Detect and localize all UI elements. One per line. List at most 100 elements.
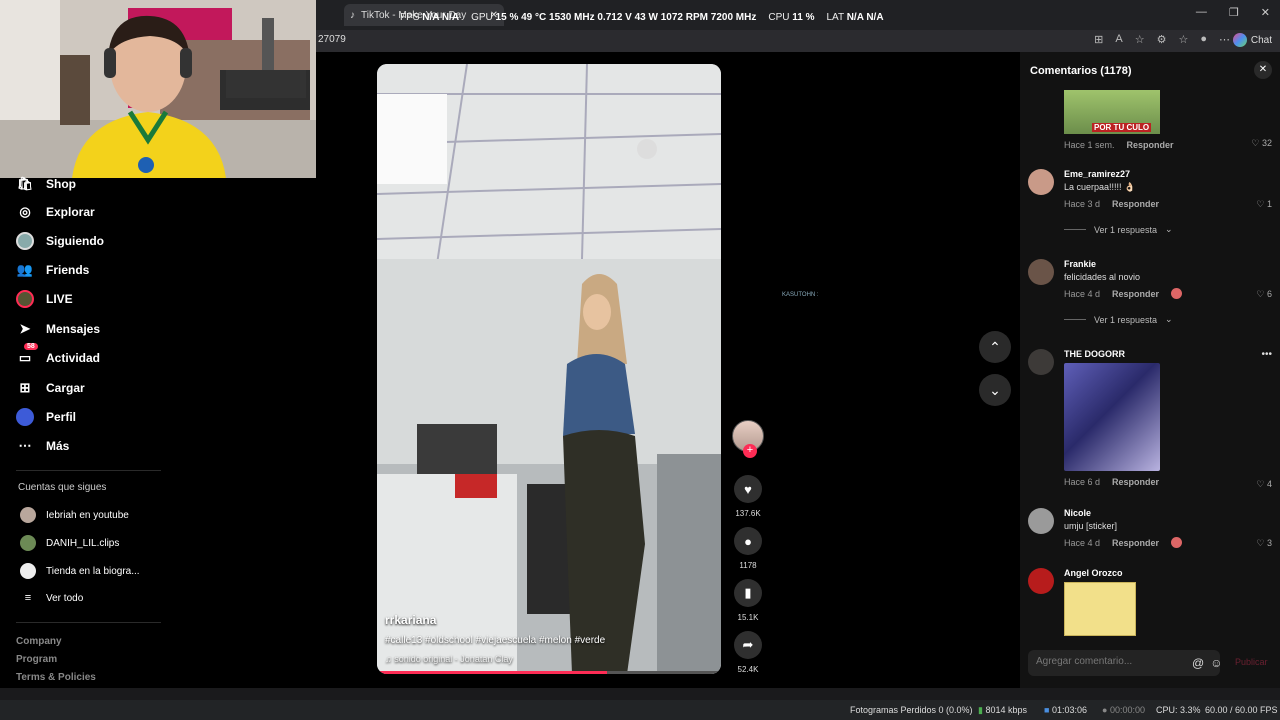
commenter-name[interactable]: THE DOGORR (1064, 349, 1264, 359)
following-account-name: DANIH_LIL.clips (46, 537, 120, 549)
apps-icon[interactable]: ⊞ (1094, 33, 1103, 46)
close-comments-button[interactable]: ✕ (1254, 61, 1272, 79)
reply-button[interactable]: Responder (1112, 538, 1159, 548)
restore-icon[interactable]: ❐ (1229, 6, 1239, 19)
translate-icon[interactable]: A (1115, 33, 1122, 46)
reply-button[interactable]: Responder (1127, 140, 1174, 150)
minimize-icon[interactable]: — (1196, 6, 1207, 19)
comment-more-button[interactable]: ••• (1261, 349, 1272, 360)
see-all-link[interactable]: ≡ Ver todo (20, 592, 83, 604)
send-icon: ➤ (19, 321, 31, 336)
following-account-2[interactable]: DANIH_LIL.clips (20, 535, 119, 551)
left-sidebar: 🛍 Shop ◎ Explorar Siguiendo 👥 Friends LI… (0, 176, 170, 688)
commenter-name[interactable]: Frankie (1064, 259, 1264, 269)
comment-button[interactable]: ● 1178 (731, 527, 765, 570)
sidebar-item-siguiendo[interactable]: Siguiendo (16, 231, 104, 251)
commenter-name[interactable]: Nicole (1064, 508, 1264, 518)
comment-like-button[interactable]: ♡ 6 (1256, 289, 1272, 300)
share-count: 52.4K (737, 665, 759, 674)
favorite-star-icon[interactable]: ☆ (1135, 33, 1145, 46)
comment-body: POR TU CULO Hace 1 sem. Responder (1064, 90, 1264, 150)
close-window-icon[interactable]: ✕ (1261, 6, 1270, 19)
collections-icon[interactable]: ☆ (1178, 33, 1188, 46)
footer-link-program[interactable]: Program (16, 654, 57, 665)
view-replies-button[interactable]: Ver 1 respuesta ⌄ (1064, 224, 1173, 235)
sidebar-item-live[interactable]: LIVE (16, 289, 73, 309)
sidebar-item-friends[interactable]: 👥 Friends (16, 260, 89, 280)
video-hashtags[interactable]: #calle13 #oldschool #viejaescuela #melon… (385, 635, 705, 646)
cpu-label: CPU (768, 12, 790, 23)
video-username[interactable]: rrkariana (385, 613, 705, 627)
heart-outline-icon: ♡ (1256, 538, 1267, 548)
tiktok-icon: ♪ (350, 9, 355, 21)
sidebar-item-perfil[interactable]: Perfil (16, 407, 76, 427)
url-text[interactable]: 27079 (318, 34, 346, 45)
like-button[interactable]: ♥ 137.6K (731, 475, 765, 518)
view-replies-button[interactable]: Ver 1 respuesta ⌄ (1064, 314, 1173, 325)
commenter-avatar[interactable] (1028, 568, 1054, 594)
sidebar-item-cargar[interactable]: ⊞ Cargar (16, 378, 85, 398)
commenter-avatar[interactable] (1028, 508, 1054, 534)
comment-item: THE DOGORR Hace 6 d Responder ••• ♡ 4 (1028, 349, 1272, 489)
browser-menu-icon[interactable]: ⋯ (1219, 33, 1230, 46)
profile-avatar-icon[interactable]: ● (1200, 33, 1207, 46)
sound-label: sonido original - Jonatan Clay (394, 654, 513, 664)
following-account-3[interactable]: Tienda en la biogra... (20, 563, 140, 579)
publish-button[interactable]: Publicar (1235, 657, 1268, 667)
comment-like-button[interactable]: ♡ 4 (1256, 479, 1272, 490)
comment-meme-image[interactable]: POR TU CULO (1064, 90, 1160, 134)
follow-plus-icon[interactable]: + (743, 444, 757, 458)
footer-link-terms[interactable]: Terms & Policies (16, 672, 96, 683)
dropped-frames: Fotogramas Perdidos 0 (0.0%) (850, 705, 973, 715)
extensions-icon[interactable]: ⚙ (1157, 33, 1167, 46)
sidebar-item-label: Shop (46, 177, 76, 191)
reply-button[interactable]: Responder (1112, 289, 1159, 299)
comment-like-count: 3 (1266, 538, 1272, 548)
stream-time-value: 00:00:00 (1109, 705, 1145, 715)
inbox-icon: ▭ 58 (16, 343, 38, 367)
gpu-label: GPU (471, 12, 493, 23)
commenter-avatar[interactable] (1028, 169, 1054, 195)
comment-item: Angel Orozco (1028, 568, 1272, 648)
commenter-avatar[interactable] (1028, 349, 1054, 375)
sidebar-item-mas[interactable]: ⋯ Más (16, 436, 70, 456)
commenter-name[interactable]: Angel Orozco (1064, 568, 1264, 578)
comment-like-count: 6 (1266, 289, 1272, 299)
comment-gif-image[interactable] (1064, 363, 1160, 471)
commenter-avatar[interactable] (1028, 259, 1054, 285)
obs-cpu: CPU: 3.3% (1156, 705, 1201, 715)
save-button[interactable]: ▮ 15.1K (731, 579, 765, 622)
video-player[interactable]: rrkariana #calle13 #oldschool #viejaescu… (377, 64, 721, 674)
save-count: 15.1K (737, 613, 759, 622)
sidebar-item-mensajes[interactable]: ➤ Mensajes (16, 319, 100, 339)
emoji-icon[interactable]: ☺ (1210, 656, 1222, 670)
reply-button[interactable]: Responder (1112, 199, 1159, 209)
reply-button[interactable]: Responder (1112, 477, 1159, 487)
video-sound[interactable]: ♫ sonido original - Jonatan Clay (385, 654, 705, 664)
previous-video-button[interactable]: ⌃ (979, 331, 1011, 363)
comment-sticker-image[interactable] (1064, 582, 1136, 636)
copilot-chat-button[interactable]: Chat (1232, 33, 1272, 47)
video-progress-bar[interactable] (377, 671, 721, 674)
comment-body: Angel Orozco (1064, 568, 1264, 636)
see-all-label: Ver todo (46, 592, 84, 604)
comment-like-button[interactable]: ♡ 1 (1256, 199, 1272, 210)
creator-liked-avatar (1171, 537, 1183, 548)
comment-item: Eme_ramirez27 La cuerpaa!!!!! 👌🏻 Hace 3 … (1028, 169, 1272, 219)
video-frame (377, 64, 721, 674)
mention-icon[interactable]: @ (1192, 656, 1204, 670)
commenter-name[interactable]: Eme_ramirez27 (1064, 169, 1264, 179)
sidebar-item-actividad[interactable]: ▭ 58 Actividad (16, 343, 100, 368)
sidebar-item-shop[interactable]: 🛍 Shop (16, 174, 76, 194)
comment-like-button[interactable]: ♡ 32 (1251, 138, 1272, 149)
share-button[interactable]: ➦ 52.4K (731, 631, 765, 674)
creator-avatar-button[interactable]: + (731, 420, 765, 458)
sidebar-item-explorar[interactable]: ◎ Explorar (16, 202, 94, 222)
comment-bubble-icon: ● (734, 527, 762, 555)
footer-link-company[interactable]: Company (16, 636, 62, 647)
following-account-1[interactable]: Iebriah en youtube (20, 507, 129, 523)
comment-like-button[interactable]: ♡ 3 (1256, 538, 1272, 549)
next-video-button[interactable]: ⌄ (979, 374, 1011, 406)
chat-label: Chat (1250, 34, 1272, 46)
comments-title: Comentarios (1178) (1030, 65, 1132, 77)
